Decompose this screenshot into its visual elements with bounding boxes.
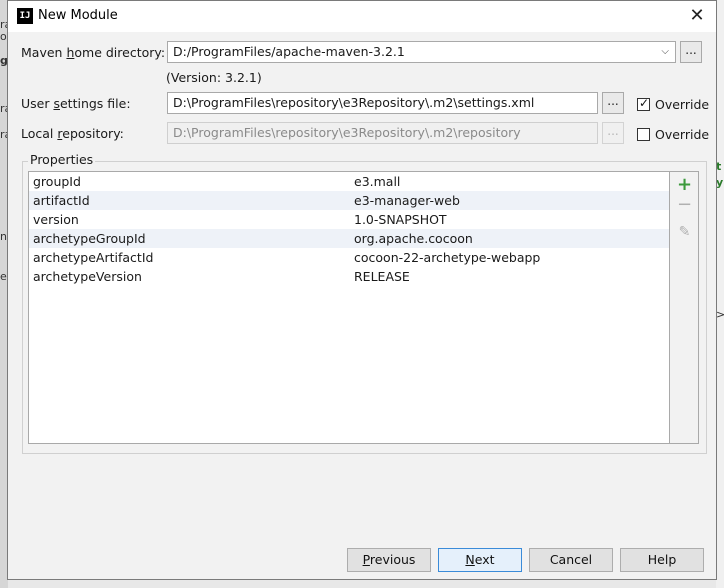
maven-home-browse-button[interactable]: ... bbox=[680, 41, 702, 63]
add-icon[interactable]: + bbox=[670, 174, 699, 195]
property-value: RELEASE bbox=[354, 269, 410, 284]
property-name: archetypeVersion bbox=[33, 269, 142, 284]
table-row[interactable]: archetypeGroupId org.apache.cocoon bbox=[29, 229, 669, 248]
local-repository-override-checkbox[interactable]: Override bbox=[637, 126, 709, 142]
property-value: e3-manager-web bbox=[354, 193, 460, 208]
new-module-dialog: IJ New Module ✕ Maven home directory: D:… bbox=[7, 0, 717, 580]
maven-home-value: D:/ProgramFiles/apache-maven-3.2.1 bbox=[173, 44, 405, 59]
local-repository-label: Local repository: bbox=[21, 126, 124, 141]
close-button[interactable]: ✕ bbox=[686, 5, 708, 27]
properties-table[interactable]: groupId e3.mall artifactId e3-manager-we… bbox=[28, 171, 670, 444]
background-text: > bbox=[716, 308, 724, 321]
chevron-down-icon[interactable]: ⌵ bbox=[661, 42, 669, 62]
table-row[interactable]: artifactId e3-manager-web bbox=[29, 191, 669, 210]
user-settings-override-checkbox[interactable]: ✓ Override bbox=[637, 96, 709, 112]
local-repository-value: D:\ProgramFiles\repository\e3Repository\… bbox=[173, 125, 521, 140]
override-label: Override bbox=[655, 97, 710, 112]
user-settings-browse-button[interactable]: ... bbox=[602, 92, 624, 114]
properties-toolbar: + − ✎ bbox=[670, 171, 699, 444]
previous-button[interactable]: Previous bbox=[347, 548, 431, 572]
close-icon: ✕ bbox=[689, 5, 705, 26]
background-window-right bbox=[716, 0, 724, 588]
override-label: Override bbox=[655, 127, 710, 142]
properties-title: Properties bbox=[28, 152, 96, 167]
property-value: 1.0-SNAPSHOT bbox=[354, 212, 447, 227]
property-value: org.apache.cocoon bbox=[354, 231, 473, 246]
cancel-button[interactable]: Cancel bbox=[529, 548, 613, 572]
title-bar: IJ New Module ✕ bbox=[8, 1, 716, 32]
table-row[interactable]: version 1.0-SNAPSHOT bbox=[29, 210, 669, 229]
table-row[interactable]: archetypeArtifactId cocoon-22-archetype-… bbox=[29, 248, 669, 267]
table-row[interactable]: archetypeVersion RELEASE bbox=[29, 267, 669, 286]
property-name: version bbox=[33, 212, 79, 227]
maven-version-text: (Version: 3.2.1) bbox=[166, 70, 262, 85]
remove-icon[interactable]: − bbox=[670, 194, 699, 215]
next-button[interactable]: Next bbox=[438, 548, 522, 572]
user-settings-value: D:\ProgramFiles\repository\e3Repository\… bbox=[173, 95, 535, 110]
background-text: y bbox=[716, 176, 724, 189]
property-name: archetypeArtifactId bbox=[33, 250, 154, 265]
maven-home-combo[interactable]: D:/ProgramFiles/apache-maven-3.2.1 ⌵ bbox=[167, 41, 676, 63]
property-name: archetypeGroupId bbox=[33, 231, 146, 246]
maven-home-label: Maven home directory: bbox=[21, 45, 166, 60]
local-repository-field[interactable]: D:\ProgramFiles\repository\e3Repository\… bbox=[167, 122, 598, 144]
edit-icon[interactable]: ✎ bbox=[670, 224, 699, 240]
property-name: groupId bbox=[33, 174, 81, 189]
property-name: artifactId bbox=[33, 193, 90, 208]
local-repository-browse-button[interactable]: ... bbox=[602, 122, 624, 144]
user-settings-field[interactable]: D:\ProgramFiles\repository\e3Repository\… bbox=[167, 92, 598, 114]
help-button[interactable]: Help bbox=[620, 548, 704, 572]
property-value: e3.mall bbox=[354, 174, 401, 189]
dialog-title: New Module bbox=[38, 8, 118, 23]
property-value: cocoon-22-archetype-webapp bbox=[354, 250, 541, 265]
checkbox-checked-icon[interactable]: ✓ bbox=[637, 96, 650, 111]
checkbox-unchecked-icon[interactable] bbox=[637, 128, 650, 141]
user-settings-label: User settings file: bbox=[21, 96, 131, 111]
table-row[interactable]: groupId e3.mall bbox=[29, 172, 669, 191]
intellij-app-icon: IJ bbox=[17, 8, 33, 24]
